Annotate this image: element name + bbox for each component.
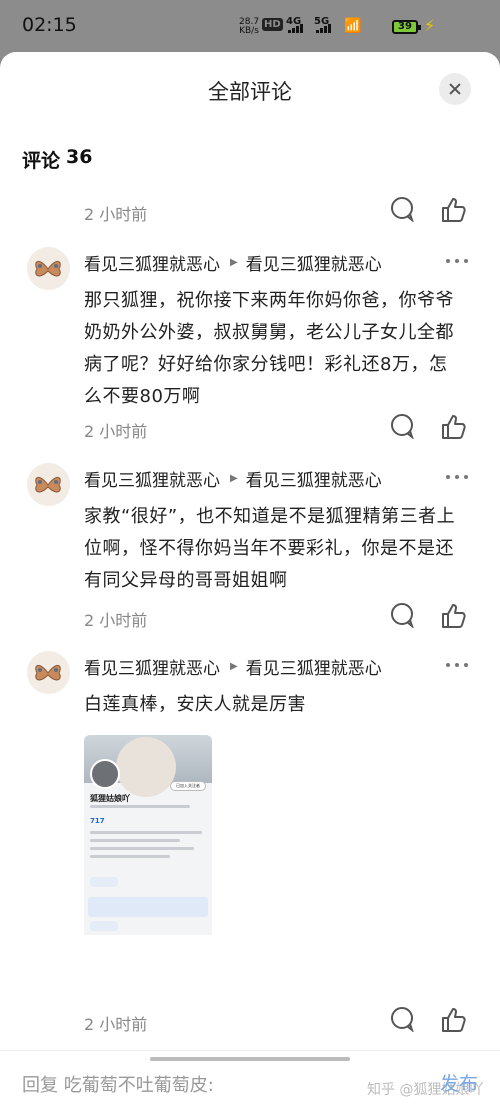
profile-stat: 717 — [90, 817, 105, 825]
comment-image-attachment[interactable]: 已加入关注者 狐狸姑娘吖 717 — [84, 735, 212, 989]
home-indicator[interactable] — [150, 1057, 350, 1061]
reply-input[interactable]: 回复 吃葡萄不吐葡萄皮: — [22, 1071, 214, 1097]
profile-bio-line — [90, 805, 190, 808]
thumbs-up-icon[interactable] — [439, 602, 467, 630]
more-dots-icon[interactable] — [446, 259, 468, 263]
profile-cover-face — [116, 737, 176, 797]
reply-to-name[interactable]: 看见三狐狸就恶心 — [246, 250, 382, 275]
comments-sheet: 全部评论 评论 36 2 小时前 看见三狐狸就恶心 ▶ 看见三狐狸就恶心 那只狐… — [0, 52, 500, 1115]
author-name[interactable]: 看见三狐狸就恶心 — [84, 466, 220, 491]
comment-text: 那只狐狸，祝你接下来两年你妈你爸，你爷爷奶奶外公外婆，叔叔舅舅，老公儿子女儿全都… — [84, 290, 454, 407]
comment-text: 白莲真棒，安庆人就是厉害 — [84, 694, 306, 715]
author-row: 看见三狐狸就恶心 ▶ 看见三狐狸就恶心 — [84, 466, 382, 491]
profile-info-line — [90, 839, 180, 842]
avatar[interactable] — [27, 651, 70, 694]
reply-to-name[interactable]: 看见三狐狸就恶心 — [246, 654, 382, 679]
comment-meta-row: 2 小时前 — [84, 196, 474, 226]
hd-icon: HD — [262, 18, 283, 31]
more-dots-icon[interactable] — [446, 663, 468, 667]
profile-avatar — [90, 759, 120, 789]
profile-tag-pill — [90, 921, 118, 931]
butterfly-avatar-icon — [27, 463, 70, 506]
comment-time: 2 小时前 — [84, 1015, 148, 1034]
avatar[interactable] — [27, 463, 70, 506]
sheet-title: 全部评论 — [208, 80, 292, 104]
comment-meta-row: 2 小时前 — [84, 413, 474, 443]
reply-to-name[interactable]: 看见三狐狸就恶心 — [246, 466, 382, 491]
author-row: 看见三狐狸就恶心 ▶ 看见三狐狸就恶心 — [84, 654, 382, 679]
comment-time: 2 小时前 — [84, 422, 148, 441]
author-row: 看见三狐狸就恶心 ▶ 看见三狐狸就恶心 — [84, 250, 382, 275]
comment-text: 家教“很好”，也不知道是不是狐狸精第三者上位啊，怪不得你妈当年不要彩礼，你是不是… — [84, 506, 456, 591]
reply-arrow-icon: ▶ — [230, 257, 238, 268]
author-name[interactable]: 看见三狐狸就恶心 — [84, 654, 220, 679]
signal-bars-5g-icon — [316, 24, 331, 33]
comment-time: 2 小时前 — [84, 611, 148, 630]
profile-info-line — [90, 831, 202, 834]
publish-button[interactable]: 发布 — [440, 1069, 478, 1096]
profile-tag-pill — [90, 877, 118, 887]
charging-icon: ⚡ — [424, 16, 436, 35]
profile-info-line — [90, 847, 194, 850]
profile-banner — [88, 897, 208, 917]
avatar[interactable] — [27, 247, 70, 290]
thumbs-up-icon[interactable] — [439, 196, 467, 224]
comment-count: 评论 36 — [22, 146, 93, 172]
comment-bubble-icon[interactable] — [389, 602, 415, 628]
wifi-icon: 📶 — [344, 18, 362, 34]
battery-icon: 39 — [392, 20, 421, 34]
comment-bubble-icon[interactable] — [389, 1006, 415, 1032]
thumbs-up-icon[interactable] — [439, 413, 467, 441]
comment-bubble-icon[interactable] — [389, 196, 415, 222]
butterfly-avatar-icon — [27, 651, 70, 694]
comment-meta-row: 2 小时前 — [84, 602, 474, 632]
close-button[interactable] — [439, 73, 471, 105]
butterfly-avatar-icon — [27, 247, 70, 290]
reply-arrow-icon: ▶ — [230, 661, 238, 672]
reply-arrow-icon: ▶ — [230, 473, 238, 484]
signal-bars-icon — [288, 24, 303, 33]
profile-follow-button: 已加入关注者 — [170, 781, 206, 791]
status-time: 02:15 — [22, 14, 77, 36]
thumbs-up-icon[interactable] — [439, 1006, 467, 1034]
more-dots-icon[interactable] — [446, 475, 468, 479]
comment-time: 2 小时前 — [84, 205, 148, 224]
comment-bubble-icon[interactable] — [389, 413, 415, 439]
comment-meta-row: 2 小时前 — [84, 1006, 474, 1036]
status-bar: 02:15 28.7 KB/s HD 4G 5G 📶 39 ⚡ — [0, 0, 500, 52]
profile-info-line — [90, 855, 170, 858]
profile-name: 狐狸姑娘吖 — [90, 794, 130, 803]
profile-footer — [84, 935, 212, 989]
net-speed: 28.7 KB/s — [239, 17, 260, 36]
author-name[interactable]: 看见三狐狸就恶心 — [84, 250, 220, 275]
